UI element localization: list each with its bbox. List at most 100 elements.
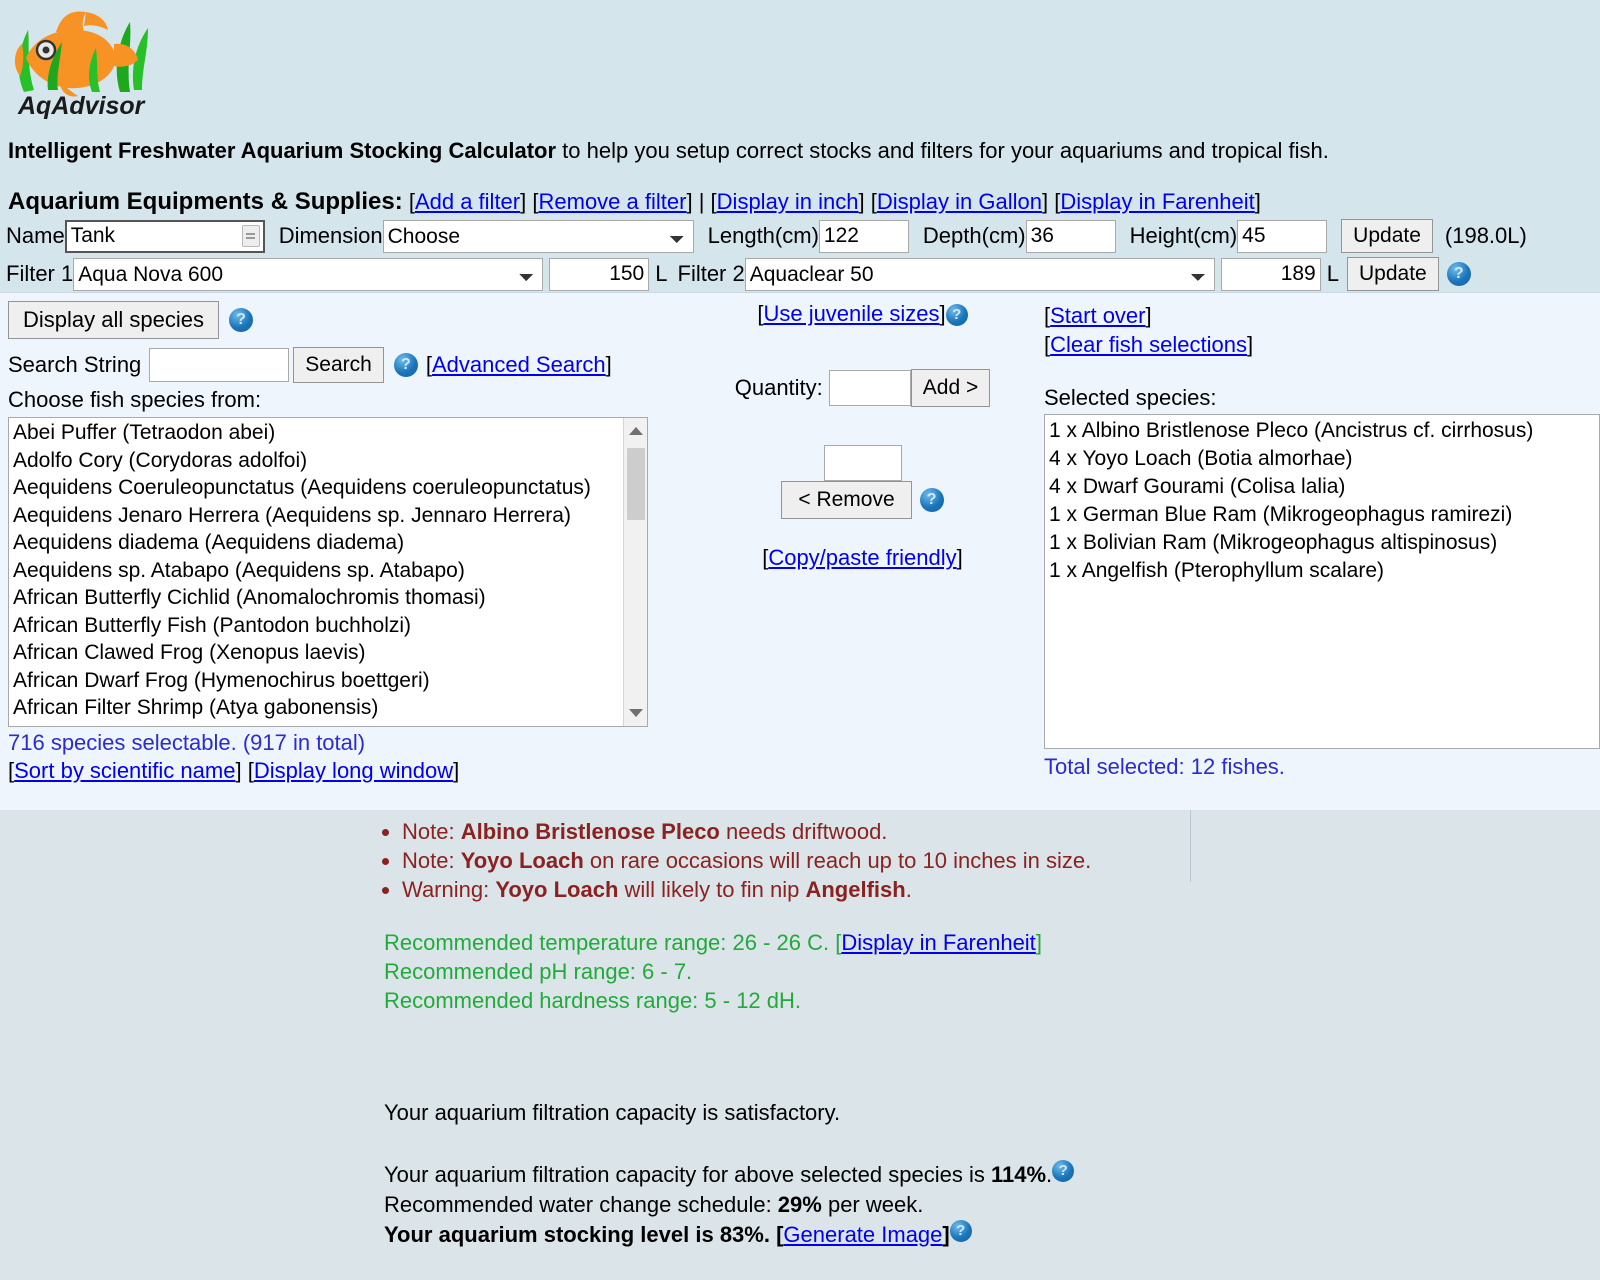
search-row: Search String Search ? [Advanced Search] <box>8 347 668 383</box>
filtration-help-icon[interactable]: ? <box>1052 1160 1074 1182</box>
juvenile-help-icon[interactable]: ? <box>946 304 968 326</box>
filter-help-icon[interactable]: ? <box>1447 262 1471 286</box>
species-source-column: Display all species ? Search String Sear… <box>8 301 668 784</box>
tagline-bold: Intelligent Freshwater Aquarium Stocking… <box>8 138 556 163</box>
depth-input[interactable] <box>1026 220 1116 253</box>
advanced-search-link[interactable]: Advanced Search <box>432 352 606 378</box>
juvenile-row: [Use juvenile sizes]? <box>690 301 1035 327</box>
warning-text: will likely to fin nip <box>618 877 805 902</box>
list-item[interactable]: African Clawed Frog (Xenopus laevis) <box>11 639 647 667</box>
tank-name-input[interactable] <box>65 220 265 253</box>
filter2-label: Filter 2 <box>678 261 745 287</box>
remove-species-button[interactable]: < Remove <box>781 481 911 519</box>
name-autofill-icon[interactable] <box>242 225 260 247</box>
selection-actions: [Start over] [Clear fish selections] <box>1044 301 1592 359</box>
filter1-select[interactable]: Aqua Nova 600 <box>73 258 543 291</box>
aqadvisor-logo[interactable]: AqAdvisor <box>8 4 158 119</box>
list-item[interactable]: Aequidens Jenaro Herrera (Aequidens sp. … <box>11 502 647 530</box>
ph-row: Recommended pH range: 6 - 7. <box>384 957 1042 986</box>
warning-prefix: Warning: <box>402 877 495 902</box>
filter-row: Filter 1 Aqua Nova 600 L Filter 2 Aquacl… <box>6 257 1471 291</box>
list-item[interactable]: 4 x Yoyo Loach (Botia almorhae) <box>1049 445 1599 473</box>
remove-filter-link[interactable]: Remove a filter <box>539 189 687 214</box>
add-filter-link[interactable]: Add a filter <box>415 189 520 214</box>
list-item[interactable]: Adolfo Cory (Corydoras adolfoi) <box>11 447 647 475</box>
display-all-help-icon[interactable]: ? <box>229 308 253 332</box>
clear-selections-row: [Clear fish selections] <box>1044 330 1592 359</box>
list-item[interactable]: Aequidens diadema (Aequidens diadema) <box>11 529 647 557</box>
search-help-icon[interactable]: ? <box>394 353 418 377</box>
start-over-row: [Start over] <box>1044 301 1592 330</box>
list-item[interactable]: 1 x Bolivian Ram (Mikrogeophagus altispi… <box>1049 529 1599 557</box>
list-item[interactable]: Aequidens sp. Atabapo (Aequidens sp. Ata… <box>11 557 647 585</box>
copy-paste-row: [Copy/paste friendly] <box>690 545 1035 571</box>
filter2-select[interactable]: Aquaclear 50 <box>745 258 1215 291</box>
bracket: ] <box>940 301 946 326</box>
scroll-down-icon[interactable] <box>624 702 648 724</box>
selected-species-column: [Start over] [Clear fish selections] Sel… <box>1044 301 1592 780</box>
sort-by-scientific-name-link[interactable]: Sort by scientific name <box>14 758 235 783</box>
filter1-rate-input[interactable] <box>549 258 649 291</box>
remove-help-icon[interactable]: ? <box>920 488 944 512</box>
list-item[interactable]: 4 x Dwarf Gourami (Colisa lalia) <box>1049 473 1599 501</box>
list-item[interactable]: African Butterfly Fish (Pantodon buchhol… <box>11 612 647 640</box>
display-in-gallon-link[interactable]: Display in Gallon <box>877 189 1042 214</box>
add-species-button[interactable]: Add > <box>911 369 990 407</box>
note-item: Note: Yoyo Loach on rare occasions will … <box>402 847 1091 875</box>
list-item[interactable]: Abei Puffer (Tetraodon abei) <box>11 419 647 447</box>
display-in-farenheit-link-2[interactable]: Display in Farenheit <box>841 930 1035 955</box>
search-input[interactable] <box>149 348 289 382</box>
clear-fish-selections-link[interactable]: Clear fish selections <box>1050 332 1247 357</box>
page-tagline: Intelligent Freshwater Aquarium Stocking… <box>8 138 1329 164</box>
list-item[interactable]: 1 x Albino Bristlenose Pleco (Ancistrus … <box>1049 417 1599 445</box>
copy-paste-friendly-link[interactable]: Copy/paste friendly <box>768 545 956 570</box>
water-change-suffix: per week. <box>822 1192 924 1217</box>
bracket: ] <box>1036 930 1042 955</box>
transfer-controls-column: [Use juvenile sizes]? Quantity: Add > < … <box>690 301 1035 571</box>
bracket: ] <box>235 758 241 783</box>
scroll-up-icon[interactable] <box>624 420 648 442</box>
display-in-inch-link[interactable]: Display in inch <box>717 189 859 214</box>
remove-quantity-input[interactable] <box>824 445 902 481</box>
tank-dimension-row: Name Dimension Choose Length(cm) Depth(c… <box>6 219 1527 253</box>
quantity-input[interactable] <box>829 370 911 406</box>
generate-image-link[interactable]: Generate Image <box>783 1222 942 1247</box>
spacer <box>384 1128 1074 1160</box>
note-text: needs driftwood. <box>720 819 888 844</box>
equipment-title: Aquarium Equipments & Supplies: <box>8 188 403 215</box>
name-label: Name <box>6 223 65 249</box>
list-item[interactable]: 1 x Angelfish (Pterophyllum scalare) <box>1049 557 1599 585</box>
display-in-farenheit-link[interactable]: Display in Farenheit <box>1060 189 1254 214</box>
note-prefix: Note: <box>402 848 461 873</box>
search-button[interactable]: Search <box>293 347 384 383</box>
stocking-help-icon[interactable]: ? <box>950 1220 972 1242</box>
bracket: ] <box>957 545 963 570</box>
name-field-wrap <box>65 220 265 253</box>
selected-species-listbox[interactable]: 1 x Albino Bristlenose Pleco (Ancistrus … <box>1044 414 1600 749</box>
filter2-rate-input[interactable] <box>1221 258 1321 291</box>
list-item[interactable]: African Filter Shrimp (Atya gabonensis) <box>11 694 647 722</box>
equipment-header: Aquarium Equipments & Supplies: [Add a f… <box>8 188 1261 216</box>
update-filters-button[interactable]: Update <box>1347 257 1439 291</box>
length-input[interactable] <box>819 220 909 253</box>
list-item[interactable]: Aequidens Coeruleopunctatus (Aequidens c… <box>11 474 647 502</box>
use-juvenile-sizes-link[interactable]: Use juvenile sizes <box>763 301 939 326</box>
scrollbar-thumb[interactable] <box>627 448 645 520</box>
length-label: Length(cm) <box>708 223 819 249</box>
total-selected-line: Total selected: 12 fishes. <box>1044 754 1592 780</box>
list-item[interactable]: 1 x German Blue Ram (Mikrogeophagus rami… <box>1049 501 1599 529</box>
height-input[interactable] <box>1237 220 1327 253</box>
remove-button-row: < Remove ? <box>781 481 943 519</box>
species-list-scrollbar[interactable] <box>623 418 647 726</box>
dimension-select[interactable]: Choose <box>383 220 694 253</box>
display-all-species-button[interactable]: Display all species <box>8 301 219 339</box>
list-item[interactable]: African Dwarf Frog (Hymenochirus boettge… <box>11 667 647 695</box>
species-selection-panel: Display all species ? Search String Sear… <box>0 292 1600 810</box>
list-item[interactable]: African Knifefish (Xenomystus nigri) <box>11 722 647 728</box>
species-listbox[interactable]: Abei Puffer (Tetraodon abei) Adolfo Cory… <box>8 417 648 727</box>
list-item[interactable]: African Butterfly Cichlid (Anomalochromi… <box>11 584 647 612</box>
display-long-window-link[interactable]: Display long window <box>254 758 453 783</box>
start-over-link[interactable]: Start over <box>1050 303 1145 328</box>
notes-warnings-list: Note: Albino Bristlenose Pleco needs dri… <box>370 818 1091 905</box>
update-dimensions-button[interactable]: Update <box>1341 219 1433 253</box>
